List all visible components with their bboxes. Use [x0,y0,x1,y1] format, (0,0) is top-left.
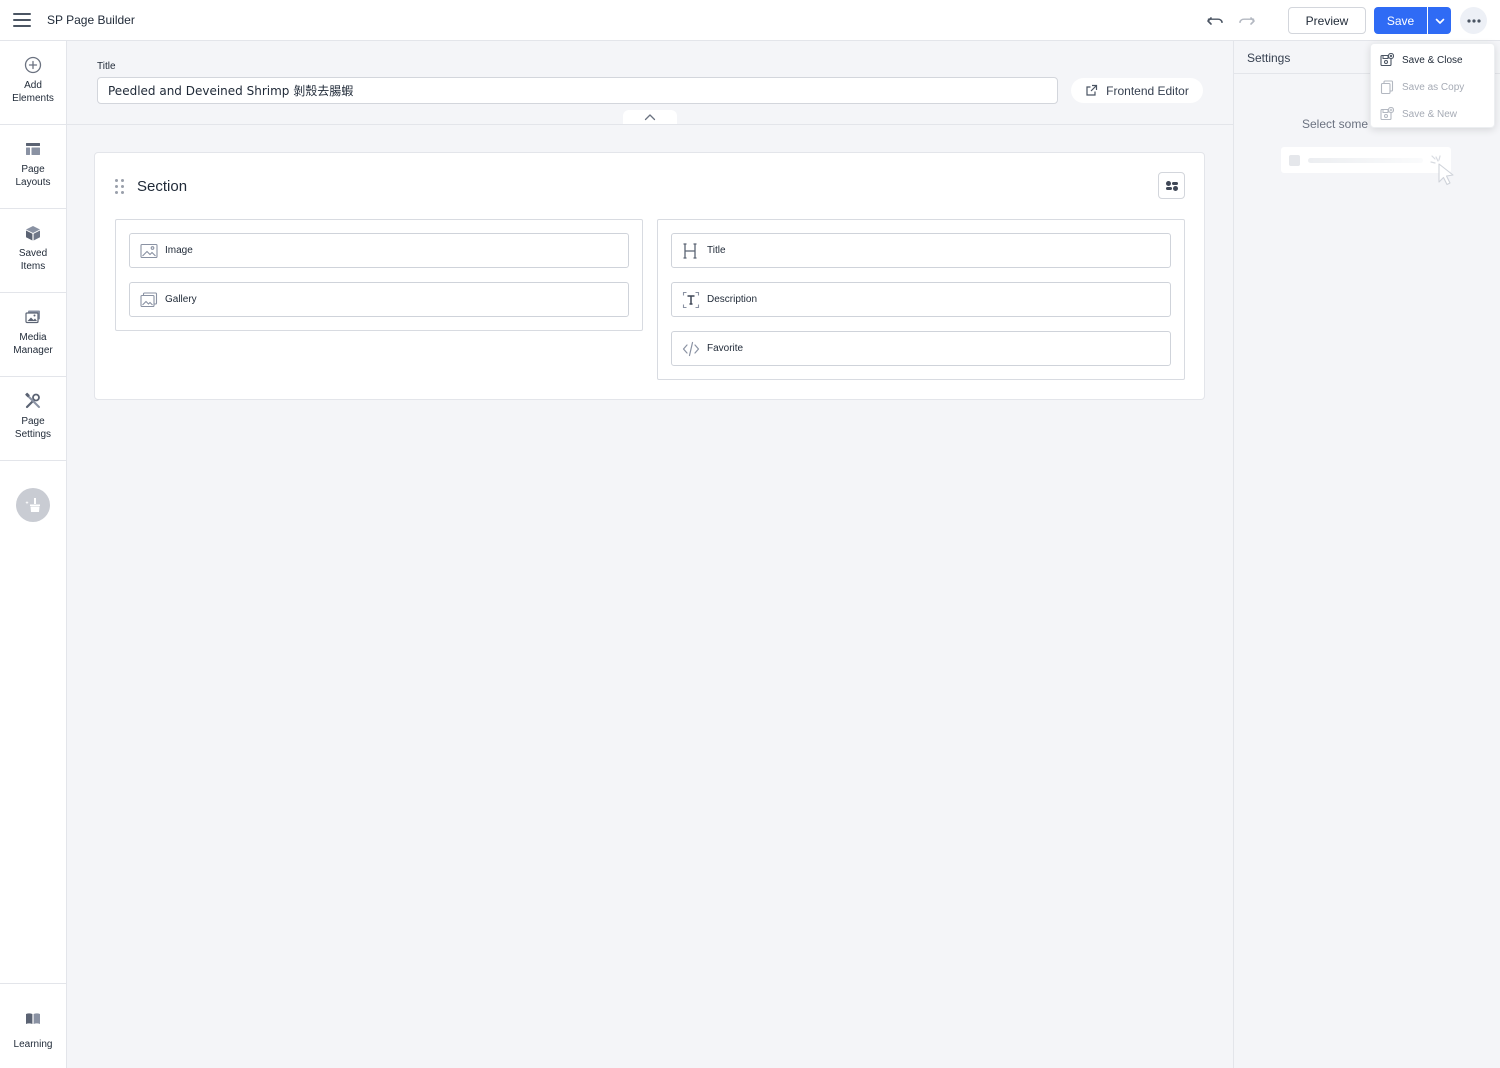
save-close-icon [1380,53,1394,67]
gallery-icon [140,291,158,309]
copy-icon [1380,80,1394,94]
cursor-click-icon [1430,155,1460,194]
ellipsis-icon [1466,18,1481,23]
addon-image[interactable]: Image [129,233,629,268]
menu-icon[interactable] [13,13,31,27]
clean-icon[interactable] [16,488,50,522]
layout-icon [23,139,43,159]
text-icon [682,291,700,309]
sidebar-item-saved-items[interactable]: Saved Items [0,209,66,293]
undo-icon[interactable] [1206,10,1226,30]
section-title: Section [137,178,188,195]
sidebar-item-label: Page Settings [14,416,52,440]
more-options-button[interactable] [1460,7,1487,34]
section-options-button[interactable] [1158,172,1185,199]
box-icon [23,223,43,243]
save-new-menu-item[interactable]: Save & New [1371,103,1496,125]
sidebar-item-label: Add Elements [12,80,54,104]
external-link-icon [1086,84,1098,96]
menu-item-label: Save & Close [1402,54,1463,66]
settings-title: Settings [1247,51,1291,65]
addon-label: Title [707,245,726,256]
save-button[interactable]: Save [1374,7,1427,34]
save-new-icon [1380,107,1394,121]
settings-empty-text: Select some [1302,117,1369,131]
sidebar-item-label: Page Layouts [15,164,51,188]
save-close-menu-item[interactable]: Save & Close [1371,49,1496,71]
title-input[interactable] [97,77,1058,104]
addon-label: Gallery [165,294,197,305]
sidebar-item-add-elements[interactable]: Add Elements [0,41,66,125]
code-icon [682,340,700,358]
sidebar-item-page-layouts[interactable]: Page Layouts [0,125,66,209]
frontend-editor-label: Frontend Editor [1106,83,1189,98]
sidebar-item-label: Learning [13,1039,53,1050]
image-icon [140,242,158,260]
menu-item-label: Save as Copy [1402,81,1465,93]
addon-label: Description [707,294,758,305]
redo-icon[interactable] [1236,10,1256,30]
title-label: Title [97,61,116,72]
section[interactable]: Section Image Gallery Title Description … [94,152,1205,400]
menu-item-label: Save & New [1402,108,1458,120]
tools-icon [23,391,43,411]
save-dropdown-menu: Save & Close Save as Copy Save & New [1370,43,1495,128]
addon-description[interactable]: Description [671,282,1171,317]
sidebar-item-learning[interactable]: Learning [0,983,66,1068]
options-icon [1165,180,1178,191]
addon-gallery[interactable]: Gallery [129,282,629,317]
column-1[interactable]: Image Gallery [115,219,643,331]
preview-button[interactable]: Preview [1288,7,1366,34]
app-title: SP Page Builder [47,13,135,27]
column-2[interactable]: Title Description Favorite [657,219,1185,380]
addon-label: Favorite [707,343,744,354]
media-icon [23,307,43,327]
heading-icon [682,242,700,260]
sidebar-item-label: Media Manager [13,332,53,356]
placeholder-illustration [1281,147,1451,173]
top-bar: SP Page Builder Preview Save [0,0,1500,41]
sidebar-item-page-settings[interactable]: Page Settings [0,377,66,461]
chevron-up-icon [644,114,656,121]
save-dropdown-button[interactable] [1428,7,1451,34]
collapse-title-button[interactable] [623,110,677,124]
addon-favorite[interactable]: Favorite [671,331,1171,366]
plus-circle-icon [23,55,43,75]
frontend-editor-button[interactable]: Frontend Editor [1071,78,1203,103]
save-as-copy-menu-item[interactable]: Save as Copy [1371,76,1496,98]
left-sidebar: Add Elements Page Layouts Saved Items Me… [0,41,67,1068]
addon-title[interactable]: Title [671,233,1171,268]
addon-label: Image [165,245,193,256]
drag-handle-icon[interactable] [115,179,125,195]
sidebar-item-media-manager[interactable]: Media Manager [0,293,66,377]
sidebar-item-label: Saved Items [18,248,48,272]
book-icon [25,1012,41,1031]
title-area: Title Frontend Editor [67,41,1233,125]
chevron-down-icon [1435,18,1444,24]
settings-panel: Settings Select some [1233,41,1500,1068]
